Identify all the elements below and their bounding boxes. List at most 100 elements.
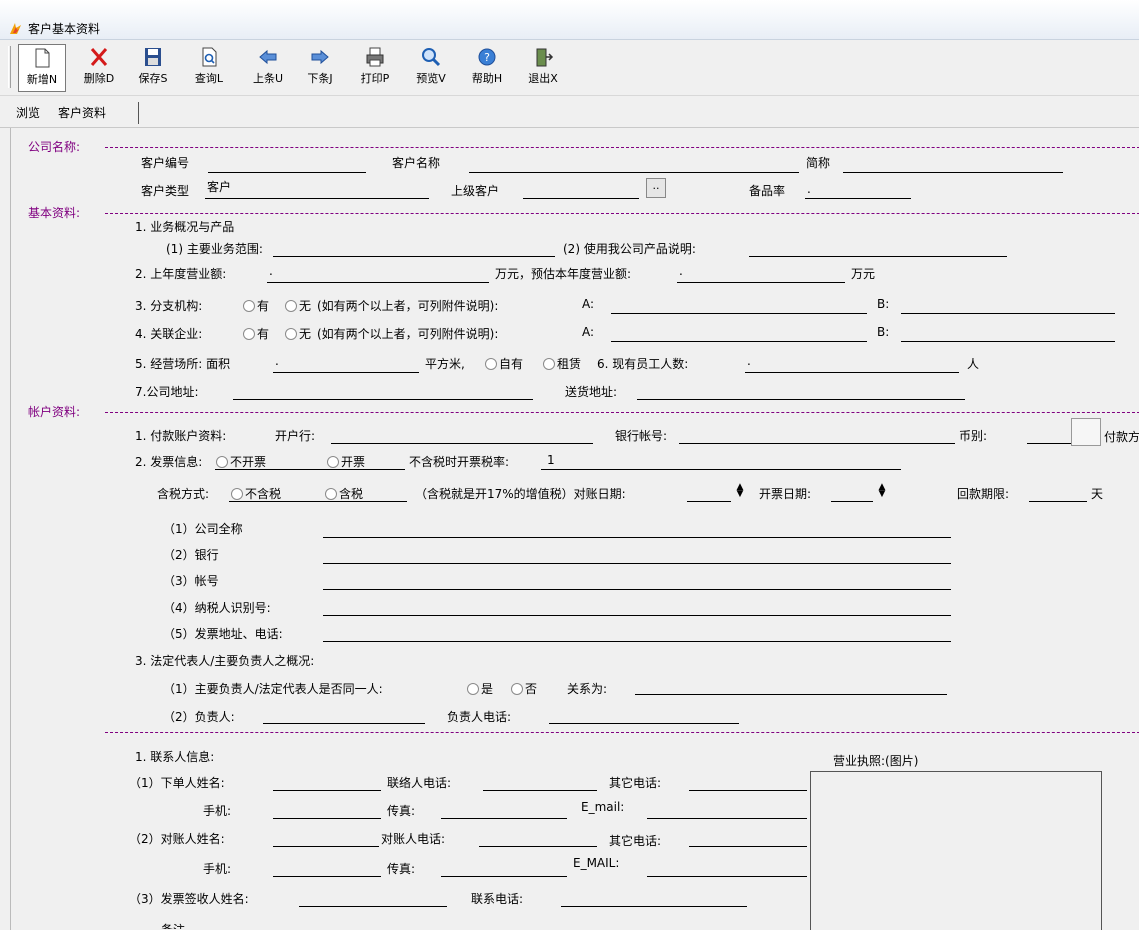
affiliate-a-field[interactable] — [611, 341, 867, 342]
short-name-label: 简称 — [806, 156, 831, 170]
tab-browse[interactable]: 浏览 — [16, 104, 40, 121]
invoice-date-field[interactable] — [831, 501, 873, 502]
invoice-bank-label: （2）银行 — [163, 548, 219, 562]
radio-circle — [511, 683, 523, 695]
delete-button[interactable]: 删除D — [76, 44, 122, 92]
invoice-bank-field[interactable] — [323, 563, 951, 564]
parent-customer-field[interactable] — [523, 198, 639, 199]
premises-area-label: 5. 经营场所: 面积 — [135, 357, 231, 371]
is-text: 是 — [481, 682, 494, 696]
email-field[interactable] — [647, 818, 807, 819]
prev-label: 上条U — [252, 72, 284, 85]
responsible-phone-field[interactable] — [549, 723, 739, 724]
responsible-field[interactable] — [263, 723, 425, 724]
branches-no-radio[interactable]: 无 — [285, 297, 311, 314]
save-button[interactable]: 保存S — [130, 44, 176, 92]
relation-field[interactable] — [635, 694, 947, 695]
invoice-account-field[interactable] — [323, 589, 951, 590]
mobile-2-field[interactable] — [273, 876, 381, 877]
with-tax-radio[interactable]: 含税 — [325, 485, 363, 502]
employees-field[interactable] — [745, 372, 959, 373]
main-business-field[interactable] — [273, 256, 555, 257]
own-radio[interactable]: 自有 — [485, 355, 523, 372]
business-license-image-box[interactable] — [810, 771, 1102, 930]
branch-a-field[interactable] — [611, 313, 867, 314]
mobile-field[interactable] — [273, 818, 381, 819]
reconcile-date-spinner[interactable]: ▲ ▼ — [733, 483, 747, 500]
next-button[interactable]: 下条J — [300, 44, 340, 92]
contact-tel-field[interactable] — [561, 906, 747, 907]
tab-customer-info[interactable]: 客户资料 — [58, 104, 106, 121]
query-icon — [202, 47, 217, 67]
parent-customer-browse-button[interactable]: .. — [646, 178, 666, 198]
company-address-field[interactable] — [233, 399, 533, 400]
last-year-revenue-field[interactable] — [267, 282, 489, 283]
same-no-radio[interactable]: 否 — [511, 680, 537, 697]
delivery-address-label: 送货地址: — [565, 385, 618, 399]
order-person-field[interactable] — [273, 790, 381, 791]
currency-select-box[interactable] — [1071, 418, 1101, 446]
affiliate-b-field[interactable] — [901, 341, 1115, 342]
new-button[interactable]: 新增N — [18, 44, 66, 92]
fax-2-field[interactable] — [441, 876, 567, 877]
no-invoice-radio[interactable]: 不开票 — [216, 453, 266, 470]
radio-circle — [327, 456, 339, 468]
invoice-address-field[interactable] — [323, 641, 951, 642]
affiliates-no-radio[interactable]: 无 — [285, 325, 311, 342]
taxpayer-id-field[interactable] — [323, 615, 951, 616]
affiliates-yes-radio[interactable]: 有 — [243, 325, 269, 342]
form-panel: 公司名称: 客户编号 客户名称 简称 客户类型 客户 上级客户 .. 备品率 .… — [10, 128, 1139, 930]
contact-phone-field[interactable] — [483, 790, 597, 791]
other-phone-2-field[interactable] — [689, 846, 807, 847]
reconcile-person-field[interactable] — [273, 846, 379, 847]
email-2-field[interactable] — [647, 876, 807, 877]
fax-field[interactable] — [441, 818, 567, 819]
delivery-address-field[interactable] — [637, 399, 965, 400]
tax-rate-label: 不含税时开票税率: — [409, 455, 510, 469]
help-label: 帮助H — [471, 72, 503, 85]
branches-yes-radio[interactable]: 有 — [243, 297, 269, 314]
toolbar-grip[interactable] — [8, 46, 11, 88]
same-yes-radio[interactable]: 是 — [467, 680, 493, 697]
other-phone-field[interactable] — [689, 790, 807, 791]
invoice-company-field[interactable] — [323, 537, 951, 538]
rent-radio[interactable]: 租赁 — [543, 355, 581, 372]
reconcile-date-field[interactable] — [687, 501, 731, 502]
invoice-radio[interactable]: 开票 — [327, 453, 365, 470]
branch-b-field[interactable] — [901, 313, 1115, 314]
stock-rate-value: . — [807, 182, 811, 196]
bank-field[interactable] — [331, 443, 593, 444]
tax-rate-field[interactable] — [541, 469, 901, 470]
invoice-receiver-field[interactable] — [299, 906, 447, 907]
product-usage-field[interactable] — [749, 256, 1007, 257]
main-business-label: (1) 主要业务范围: — [166, 242, 263, 256]
stock-rate-field[interactable] — [805, 198, 911, 199]
customer-type-field[interactable] — [205, 198, 429, 199]
invoice-date-spinner[interactable]: ▲ ▼ — [875, 483, 889, 500]
query-button[interactable]: 查询L — [186, 44, 232, 92]
prev-button[interactable]: 上条U — [248, 44, 288, 92]
print-button[interactable]: 打印P — [352, 44, 398, 92]
exit-button[interactable]: 退出X — [520, 44, 566, 92]
mobile-label: 手机: — [203, 804, 232, 818]
bank-account-field[interactable] — [679, 443, 955, 444]
short-name-field[interactable] — [843, 172, 1063, 173]
ten-thousand-unit: 万元 — [851, 267, 876, 281]
stock-rate-label: 备品率 — [749, 184, 786, 198]
product-usage-label: (2) 使用我公司产品说明: — [563, 242, 696, 256]
customer-name-field[interactable] — [469, 172, 799, 173]
no-tax-radio[interactable]: 不含税 — [231, 485, 281, 502]
preview-button[interactable]: 预览V — [408, 44, 454, 92]
help-button[interactable]: ? 帮助H — [464, 44, 510, 92]
email-2-label: E_MAIL: — [573, 856, 620, 870]
radio-circle — [543, 358, 555, 370]
branch-b-label: B: — [877, 297, 890, 311]
customer-code-field[interactable] — [208, 172, 366, 173]
payback-field[interactable] — [1029, 501, 1087, 502]
invoice-choice-underline — [215, 469, 317, 470]
estimate-revenue-field[interactable] — [677, 282, 845, 283]
reconcile-phone-field[interactable] — [479, 846, 597, 847]
currency-field[interactable] — [1027, 443, 1071, 444]
employees-value: . — [747, 354, 751, 368]
premises-area-field[interactable] — [273, 372, 419, 373]
